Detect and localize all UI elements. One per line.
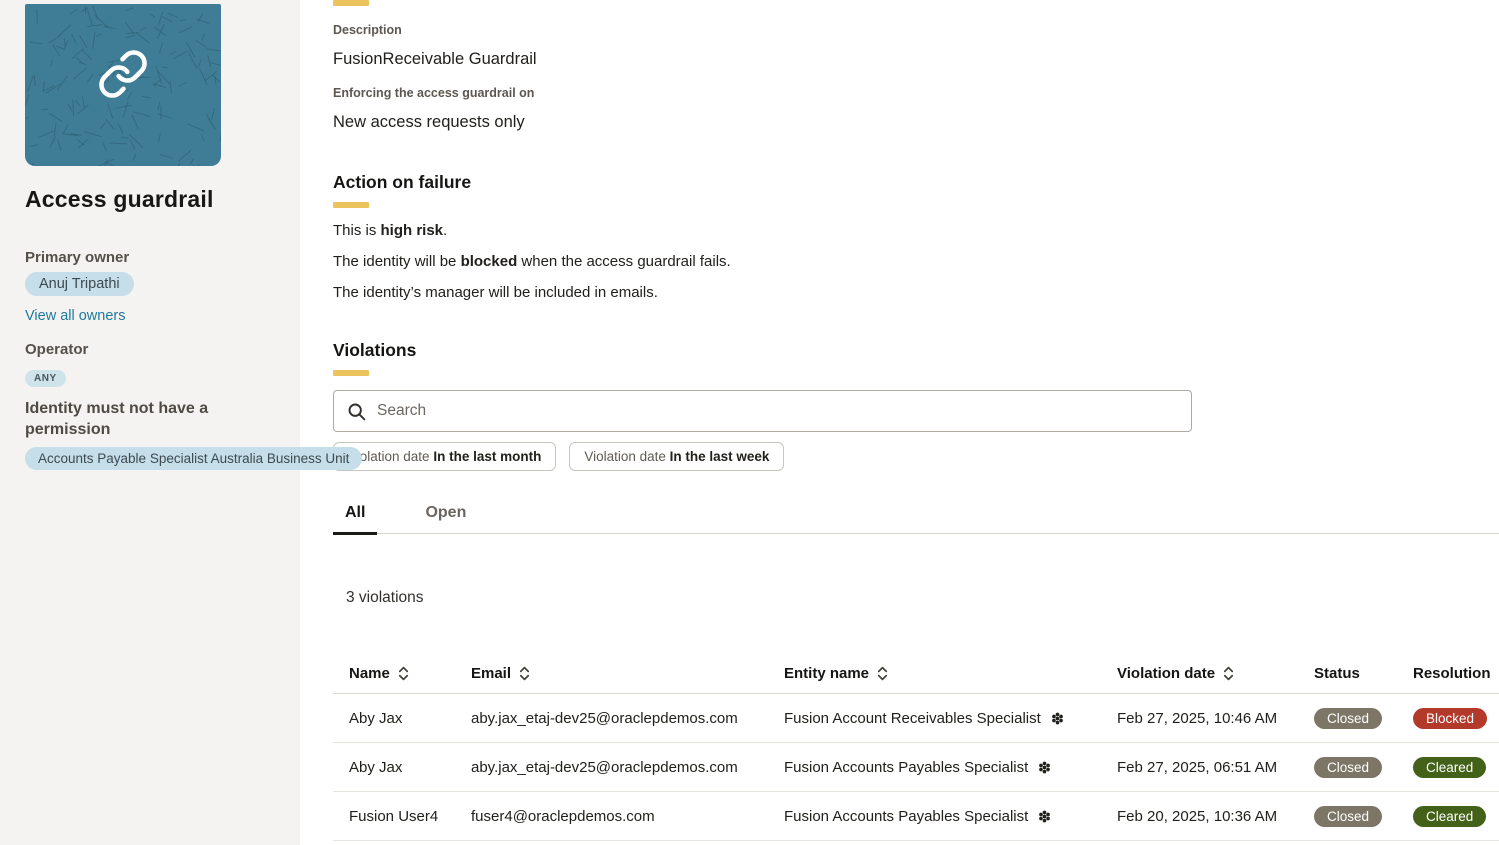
resolution: Cleared xyxy=(1413,806,1499,827)
section-accent-bar xyxy=(333,202,369,208)
column-label: Status xyxy=(1314,665,1360,682)
table-body: Aby Jaxaby.jax_etaj-dev25@oraclepdemos.c… xyxy=(333,694,1499,841)
cell-entity-name: Fusion Account Receivables Specialist xyxy=(784,710,1117,727)
table-header-row: Name Email Entity name Violation date Status… xyxy=(333,654,1499,694)
column-label: Resolution xyxy=(1413,665,1491,682)
table-row[interactable]: Fusion User4fuser4@oraclepdemos.comFusio… xyxy=(333,792,1499,841)
status-badge: Closed xyxy=(1314,806,1382,827)
operator-label: Operator xyxy=(25,341,88,358)
violations-tabs: All Open xyxy=(333,500,1499,534)
search-input[interactable] xyxy=(377,402,1179,420)
cell-entity-name: Fusion Accounts Payables Specialist xyxy=(784,759,1117,776)
primary-owner-label: Primary owner xyxy=(25,249,129,266)
description-label: Description xyxy=(333,23,1499,37)
violations-count: 3 violations xyxy=(346,589,1499,607)
column-label: Entity name xyxy=(784,665,869,682)
permission-cluster-icon xyxy=(1050,711,1065,726)
column-header-resolution: Resolution xyxy=(1413,665,1499,682)
action-on-failure-heading: Action on failure xyxy=(333,172,1499,193)
condition-heading: Identity must not have a permission xyxy=(25,398,260,441)
sidebar: Access guardrail Primary owner Anuj Trip… xyxy=(0,0,300,845)
cell-violation-date: Feb 20, 2025, 10:36 AM xyxy=(1117,808,1314,825)
main-content: Description FusionReceivable Guardrail E… xyxy=(333,0,1499,841)
resolution: Blocked xyxy=(1413,708,1499,729)
filter-chip[interactable]: Violation date In the last week xyxy=(569,442,784,471)
permission-cluster-icon xyxy=(1037,809,1052,824)
cell-violation-date: Feb 27, 2025, 06:51 AM xyxy=(1117,759,1314,776)
search-icon xyxy=(346,401,367,422)
filter-value: In the last month xyxy=(433,449,541,464)
cell-entity-name: Fusion Accounts Payables Specialist xyxy=(784,808,1117,825)
entity-name-text: Fusion Account Receivables Specialist xyxy=(784,710,1041,727)
tab-open[interactable]: Open xyxy=(413,500,478,533)
filter-value: In the last week xyxy=(670,449,770,464)
primary-owner-chip[interactable]: Anuj Tripathi xyxy=(25,272,134,296)
description-value: FusionReceivable Guardrail xyxy=(333,50,1499,69)
cell-email: aby.jax_etaj-dev25@oraclepdemos.com xyxy=(471,710,784,727)
resolution-badge: Cleared xyxy=(1413,757,1486,778)
section-accent-bar xyxy=(333,0,369,6)
cell-email: fuser4@oraclepdemos.com xyxy=(471,808,784,825)
status-badge: Closed xyxy=(1314,757,1382,778)
column-header-violation-date[interactable]: Violation date xyxy=(1117,665,1314,682)
cell-email: aby.jax_etaj-dev25@oraclepdemos.com xyxy=(471,759,784,776)
table-row[interactable]: Aby Jaxaby.jax_etaj-dev25@oraclepdemos.c… xyxy=(333,743,1499,792)
violations-heading: Violations xyxy=(333,340,1499,361)
tab-all[interactable]: All xyxy=(333,500,377,533)
sort-icon[interactable] xyxy=(518,666,531,681)
resolution: Cleared xyxy=(1413,757,1499,778)
entity-name-text: Fusion Accounts Payables Specialist xyxy=(784,808,1028,825)
cell-name: Aby Jax xyxy=(349,759,471,776)
resolution-badge: Blocked xyxy=(1413,708,1487,729)
operator-chip: ANY xyxy=(25,370,66,387)
enforcing-label: Enforcing the access guardrail on xyxy=(333,86,1499,100)
link-icon xyxy=(97,48,149,100)
sort-icon[interactable] xyxy=(1222,666,1235,681)
cell-name: Fusion User4 xyxy=(349,808,471,825)
filter-chip-row: Violation date In the last monthViolatio… xyxy=(333,442,1499,471)
sort-icon[interactable] xyxy=(876,666,889,681)
column-label: Name xyxy=(349,665,390,682)
guardrail-tile-image xyxy=(25,4,221,166)
resolution-badge: Cleared xyxy=(1413,806,1486,827)
view-all-owners-link[interactable]: View all owners xyxy=(25,308,125,324)
filter-chip[interactable]: Violation date In the last month xyxy=(333,442,556,471)
status: Closed xyxy=(1314,757,1413,778)
manager-line: The identity’s manager will be included … xyxy=(333,284,1499,301)
violations-table: Name Email Entity name Violation date Status… xyxy=(333,654,1499,841)
column-header-status: Status xyxy=(1314,665,1413,682)
column-label: Violation date xyxy=(1117,665,1215,682)
cell-violation-date: Feb 27, 2025, 10:46 AM xyxy=(1117,710,1314,727)
page-title: Access guardrail xyxy=(25,186,214,213)
section-accent-bar xyxy=(333,370,369,376)
column-header-entity-name[interactable]: Entity name xyxy=(784,665,1117,682)
violations-search[interactable] xyxy=(333,390,1192,432)
status: Closed xyxy=(1314,708,1413,729)
cell-name: Aby Jax xyxy=(349,710,471,727)
status: Closed xyxy=(1314,806,1413,827)
enforcing-value: New access requests only xyxy=(333,113,1499,132)
entity-name-text: Fusion Accounts Payables Specialist xyxy=(784,759,1028,776)
sort-icon[interactable] xyxy=(397,666,410,681)
risk-line: This is high risk. xyxy=(333,222,1499,239)
column-header-name[interactable]: Name xyxy=(349,665,471,682)
blocked-line: The identity will be blocked when the ac… xyxy=(333,253,1499,270)
table-row[interactable]: Aby Jaxaby.jax_etaj-dev25@oraclepdemos.c… xyxy=(333,694,1499,743)
column-header-email[interactable]: Email xyxy=(471,665,784,682)
filter-label: Violation date xyxy=(584,449,669,464)
column-label: Email xyxy=(471,665,511,682)
condition-permission-chip[interactable]: Accounts Payable Specialist Australia Bu… xyxy=(25,447,362,470)
status-badge: Closed xyxy=(1314,708,1382,729)
permission-cluster-icon xyxy=(1037,760,1052,775)
